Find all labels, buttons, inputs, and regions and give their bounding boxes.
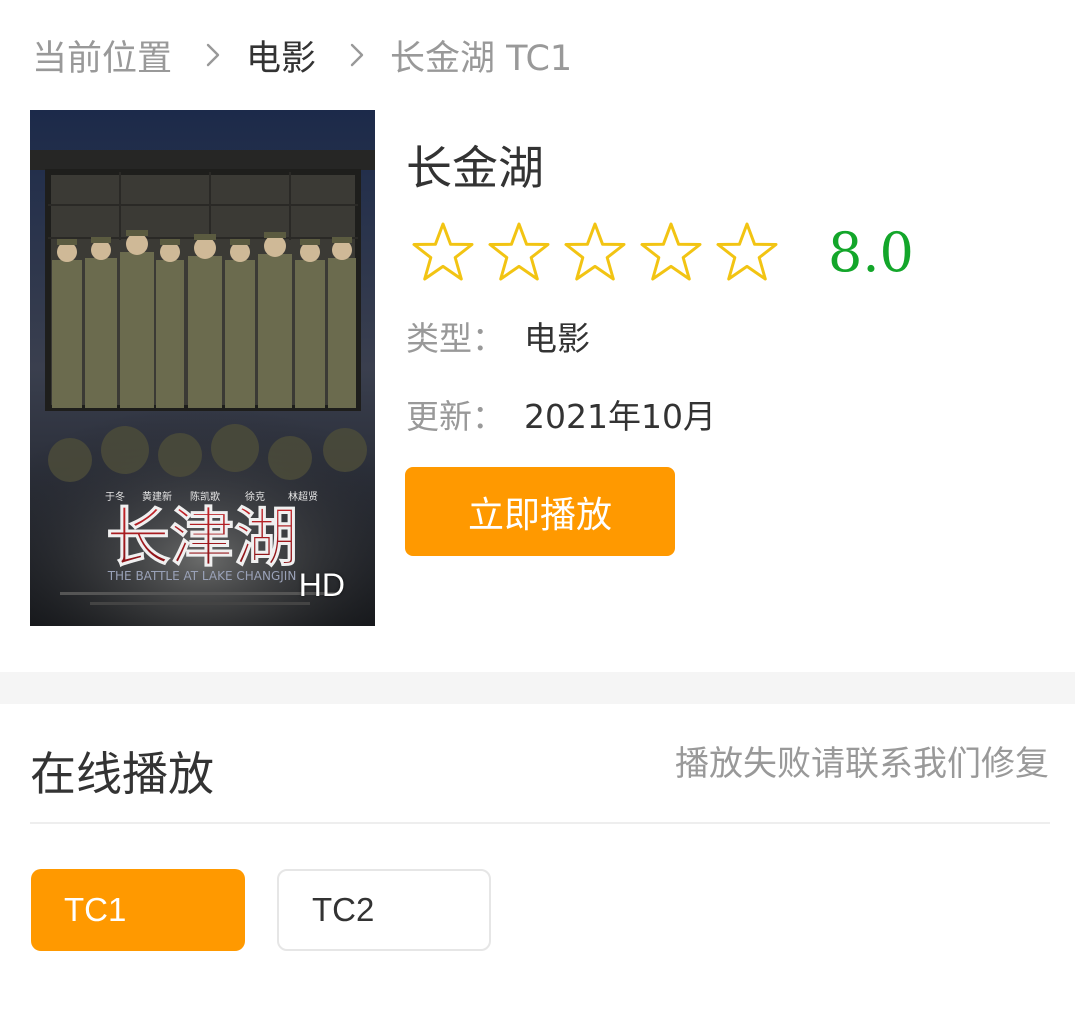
meta-type-value: 电影 xyxy=(524,319,590,358)
meta-update-value: 2021年10月 xyxy=(524,397,716,436)
meta-update: 更新： 2021年10月 xyxy=(406,390,716,438)
report-failure-link[interactable]: 播放失败请联系我们修复 xyxy=(675,736,1049,785)
online-play-title: 在线播放 xyxy=(30,747,214,801)
rating: 8.0 xyxy=(410,220,914,284)
poster-artwork: 于冬 黄建新 陈凯歌 徐克 林超贤 长津湖 THE BATTLE AT LAKE… xyxy=(30,110,375,626)
breadcrumb-category[interactable]: 电影 xyxy=(246,30,316,81)
section-divider xyxy=(0,672,1075,704)
star-outline-icon xyxy=(486,220,552,284)
episode-button-tc1[interactable]: TC1 xyxy=(31,869,245,951)
star-outline-icon xyxy=(638,220,704,284)
breadcrumb-current: 长金湖 TC1 xyxy=(390,38,573,79)
chevron-right-icon xyxy=(200,42,226,68)
meta-update-label: 更新： xyxy=(406,397,505,436)
movie-title: 长金湖 xyxy=(406,141,544,195)
breadcrumb: 当前位置 电影 长金湖 TC1 xyxy=(32,30,572,80)
quality-badge: HD xyxy=(298,567,345,603)
breadcrumb-home[interactable]: 当前位置 xyxy=(32,30,172,81)
movie-poster[interactable]: 于冬 黄建新 陈凯歌 徐克 林超贤 长津湖 THE BATTLE AT LAKE… xyxy=(30,110,375,626)
poster-title-art: 长津湖 xyxy=(106,502,298,576)
play-now-button[interactable]: 立即播放 xyxy=(405,467,675,556)
episode-button-tc2[interactable]: TC2 xyxy=(277,869,491,951)
chevron-right-icon xyxy=(344,42,370,68)
meta-type-label: 类型： xyxy=(406,319,505,358)
rating-score: 8.0 xyxy=(828,220,914,284)
poster-subtitle-art: THE BATTLE AT LAKE CHANGJIN xyxy=(107,569,297,583)
meta-type: 类型： 电影 xyxy=(406,312,590,360)
star-outline-icon xyxy=(714,220,780,284)
star-outline-icon xyxy=(562,220,628,284)
star-outline-icon xyxy=(410,220,476,284)
divider xyxy=(30,822,1050,824)
